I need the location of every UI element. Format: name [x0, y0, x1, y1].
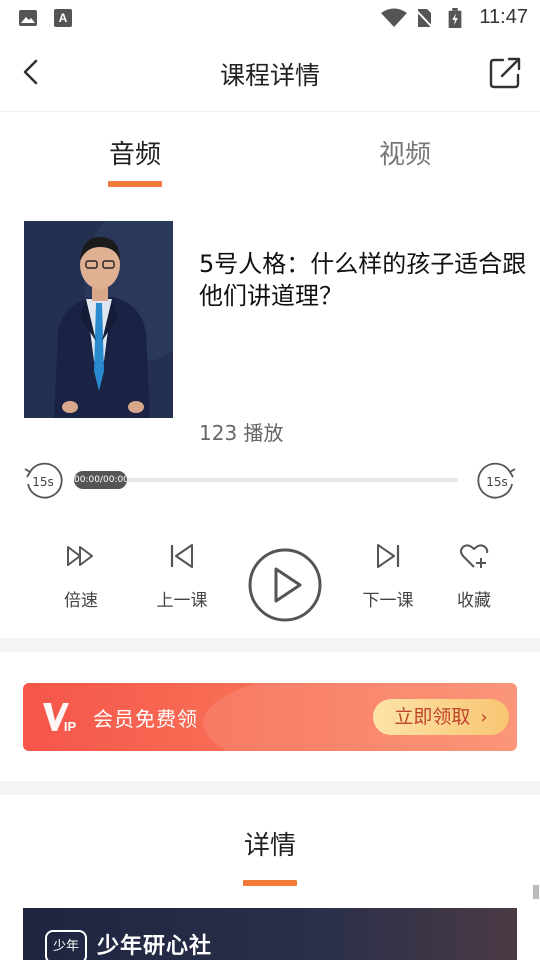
play-count: 123 播放	[199, 421, 284, 445]
next-lesson-button[interactable]: 下一课	[348, 540, 428, 611]
speed-label: 倍速	[64, 591, 98, 611]
details-title: 详情	[243, 831, 296, 861]
clock: 11:47	[479, 6, 528, 28]
course-title: 5号人格：什么样的孩子适合跟他们讲道理？	[199, 250, 527, 310]
chevron-right-icon: ›	[480, 707, 488, 728]
course-cover-image	[24, 221, 173, 418]
favorite-button[interactable]: 收藏	[434, 540, 514, 611]
next-icon	[377, 544, 400, 568]
rewind-15s-icon[interactable]: 15s	[22, 460, 64, 502]
image-icon	[19, 10, 37, 26]
battery-charging-icon	[448, 8, 462, 28]
svg-text:15s: 15s	[32, 475, 54, 489]
claim-now-button[interactable]: 立即领取 ›	[373, 699, 509, 735]
previous-lesson-button[interactable]: 上一课	[142, 540, 222, 611]
progress-track[interactable]	[76, 478, 458, 482]
previous-icon	[170, 544, 193, 568]
tab-video[interactable]: 视频	[345, 134, 465, 171]
forward-15s-icon[interactable]: 15s	[476, 460, 518, 502]
wifi-icon	[381, 8, 407, 27]
tab-audio[interactable]: 音频	[75, 134, 195, 171]
speed-button[interactable]: 倍速	[41, 540, 121, 611]
claim-now-label: 立即领取	[394, 706, 471, 728]
play-button[interactable]	[247, 547, 323, 623]
active-tab-indicator	[108, 181, 162, 187]
next-lesson-label: 下一课	[362, 591, 414, 611]
svg-text:15s: 15s	[486, 475, 508, 489]
details-banner-image: 少年 少年研心社	[23, 908, 517, 960]
svg-text:IP: IP	[64, 719, 77, 734]
previous-lesson-label: 上一课	[156, 591, 208, 611]
app-header: 课程详情	[0, 36, 540, 112]
scrollbar-thumb[interactable]	[533, 885, 539, 899]
favorite-label: 收藏	[457, 591, 491, 611]
no-sim-icon	[415, 9, 433, 28]
vip-banner-text: 会员免费领	[93, 707, 198, 731]
vip-logo-icon: IP	[43, 703, 77, 734]
speed-icon	[67, 546, 93, 566]
progress-time-thumb[interactable]: 00:00/00:00	[74, 471, 127, 489]
svg-text:A: A	[59, 11, 68, 25]
favorite-add-icon	[460, 544, 489, 568]
brand-name: 少年研心社	[97, 934, 213, 959]
vip-banner[interactable]: IP 会员免费领 立即领取 ›	[23, 683, 517, 751]
section-divider	[0, 781, 540, 795]
brand-logo: 少年	[45, 930, 87, 960]
font-icon: A	[54, 9, 72, 27]
status-bar: A 11:47	[0, 0, 540, 36]
details-indicator	[243, 880, 297, 886]
share-icon[interactable]	[488, 56, 522, 90]
page-title: 课程详情	[219, 61, 320, 90]
section-divider	[0, 638, 540, 652]
